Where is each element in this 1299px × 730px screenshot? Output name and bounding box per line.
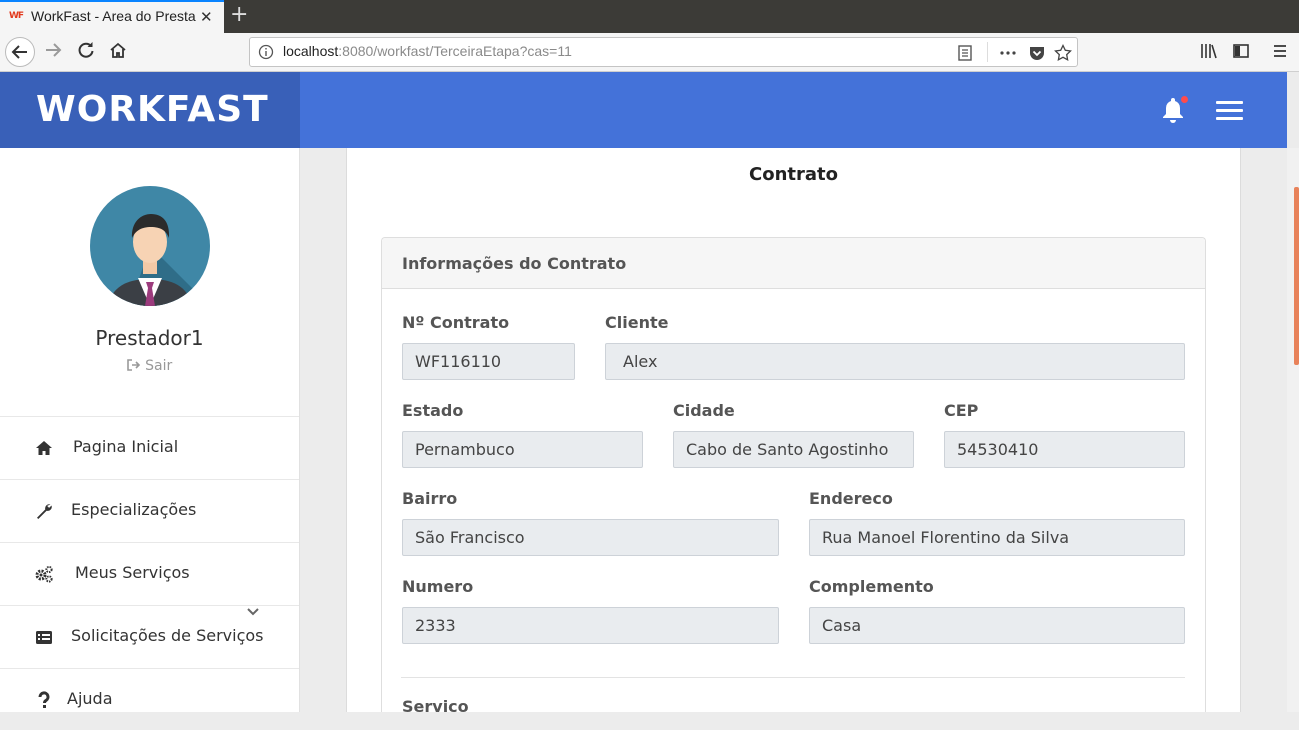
brand-logo[interactable]: WORKFAST [36, 89, 269, 130]
field-label-bairro: Bairro [402, 489, 458, 508]
url-path: :8080/workfast/TerceiraEtapa?cas=11 [338, 43, 572, 59]
field-label-complemento: Complemento [809, 577, 934, 596]
list-icon [36, 631, 52, 644]
sidebar-toggle-icon[interactable] [1232, 42, 1250, 60]
cep-field[interactable]: 54530410 [944, 431, 1185, 468]
field-label-numero: Numero [402, 577, 474, 596]
sign-out-icon [126, 359, 140, 371]
home-page-icon[interactable] [108, 40, 128, 60]
field-label-cliente: Cliente [605, 313, 669, 332]
menu-bar-line [1216, 117, 1243, 120]
cliente-field[interactable]: Alex [605, 343, 1185, 380]
forward-arrow-icon[interactable] [43, 40, 63, 60]
more-actions-icon[interactable] [999, 44, 1017, 62]
url-host: localhost [283, 43, 339, 59]
sidebar-item-label: Pagina Inicial [73, 437, 179, 456]
reload-icon[interactable] [76, 40, 96, 60]
browser-menu-icon[interactable] [1271, 42, 1289, 60]
sidebar-item-label: Especializações [71, 500, 197, 519]
chevron-down-icon[interactable] [246, 607, 260, 617]
avatar [90, 186, 210, 306]
menu-bar-line [1216, 109, 1243, 112]
browser-tab[interactable]: WF WorkFast - Area do Prestador ✕ [0, 0, 224, 33]
favicon-icon: WF [9, 11, 24, 21]
bookmark-star-icon[interactable] [1054, 44, 1072, 62]
page-title: Contrato [749, 164, 838, 185]
user-name: Prestador1 [95, 326, 204, 350]
notification-dot [1181, 96, 1188, 103]
field-label-cep: CEP [944, 401, 979, 420]
question-icon [38, 691, 50, 708]
url-text: localhost:8080/workfast/TerceiraEtapa?ca… [283, 43, 572, 59]
contrato-field[interactable]: WF116110 [402, 343, 575, 380]
sidebar-item-home[interactable]: Pagina Inicial [0, 416, 299, 478]
field-label-cidade: Cidade [673, 401, 735, 420]
menu-bar-line [1216, 101, 1243, 104]
section-label-servico: Servico [402, 697, 469, 716]
gears-icon [35, 565, 53, 583]
endereco-field[interactable]: Rua Manoel Florentino da Silva [809, 519, 1185, 556]
reader-view-icon[interactable] [957, 44, 973, 62]
back-button[interactable] [5, 37, 35, 67]
top-header [300, 72, 1287, 148]
hamburger-menu-icon[interactable] [1216, 101, 1244, 121]
url-bar[interactable]: localhost:8080/workfast/TerceiraEtapa?ca… [249, 37, 1078, 67]
browser-tab-bar: WF WorkFast - Area do Prestador ✕ + [0, 0, 1299, 33]
sidebar-item-meus-servicos[interactable]: Meus Serviços [0, 542, 299, 604]
sidebar-item-label: Ajuda [67, 689, 113, 708]
sidebar-item-especializacoes[interactable]: Especializações [0, 479, 299, 541]
tab-title: WorkFast - Area do Prestador [31, 8, 196, 24]
url-separator [987, 42, 988, 62]
bairro-field[interactable]: São Francisco [402, 519, 779, 556]
tab-close-icon[interactable]: ✕ [200, 8, 213, 26]
home-icon [36, 441, 52, 455]
library-icon[interactable] [1200, 42, 1218, 60]
pocket-icon[interactable] [1028, 44, 1046, 62]
scrollbar-thumb[interactable] [1294, 187, 1299, 365]
complemento-field[interactable]: Casa [809, 607, 1185, 644]
panel-title: Informações do Contrato [402, 254, 627, 273]
info-icon[interactable] [258, 44, 274, 60]
browser-nav-bar: localhost:8080/workfast/TerceiraEtapa?ca… [0, 33, 1299, 72]
back-arrow-icon [11, 45, 27, 59]
sidebar-item-ajuda[interactable]: Ajuda [0, 668, 299, 730]
estado-field[interactable]: Pernambuco [402, 431, 643, 468]
field-label-estado: Estado [402, 401, 464, 420]
sidebar-item-label: Solicitações de Serviços [71, 626, 264, 645]
sidebar-item-label: Meus Serviços [75, 563, 190, 582]
numero-field[interactable]: 2333 [402, 607, 779, 644]
field-label-contrato: Nº Contrato [402, 313, 510, 332]
new-tab-icon[interactable]: + [230, 2, 248, 27]
logout-label: Sair [145, 358, 173, 374]
user-avatar-icon [90, 186, 210, 306]
field-label-endereco: Endereco [809, 489, 893, 508]
cidade-field[interactable]: Cabo de Santo Agostinho [673, 431, 914, 468]
wrench-icon [37, 504, 52, 519]
section-divider [401, 677, 1185, 678]
logout-link[interactable]: Sair [0, 358, 299, 374]
